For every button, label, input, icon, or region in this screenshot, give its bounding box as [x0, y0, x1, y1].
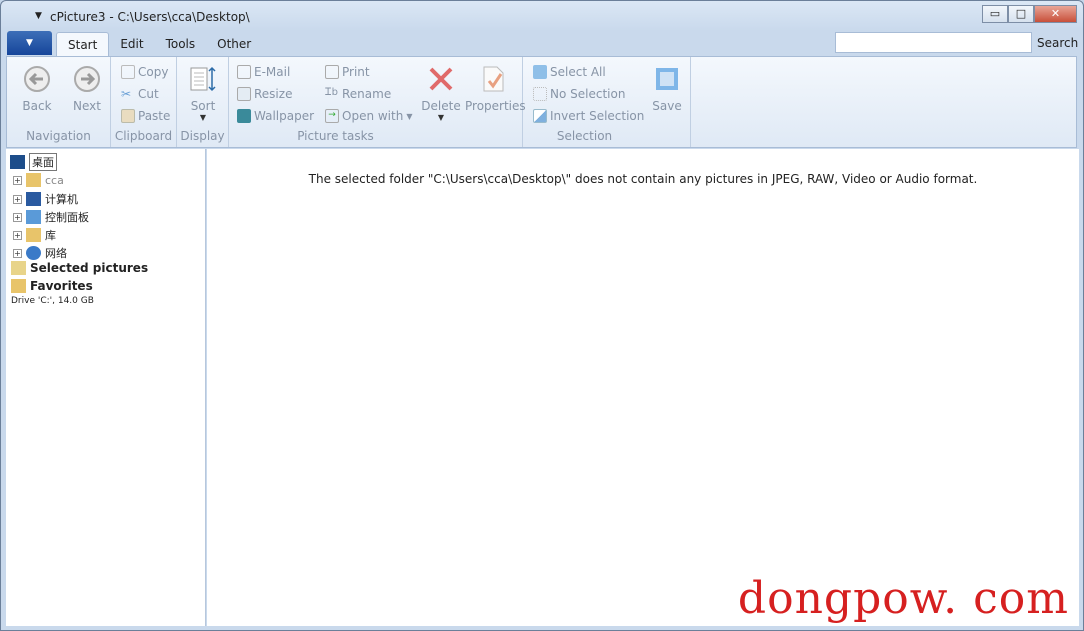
properties-button[interactable]: Properties — [465, 65, 526, 113]
quick-access-menu-icon[interactable]: ▼ — [35, 11, 42, 21]
cut-button[interactable]: ✂ Cut — [121, 87, 159, 101]
group-picture-tasks: E-Mail Resize Wallpaper Print Ꮖb Rename →… — [229, 57, 526, 147]
folder-tree: 桌面 + cca + 计算机 + 控制面板 + 库 + 网络 Selected pictu… — [6, 149, 206, 626]
drive-info: Drive 'C:', 14.0 GB — [11, 296, 94, 306]
wallpaper-icon — [237, 109, 251, 123]
sort-icon — [190, 66, 216, 92]
search-input[interactable] — [835, 32, 1032, 53]
copy-icon — [121, 65, 135, 79]
select-all-button[interactable]: Select All — [533, 65, 606, 79]
picture-view: The selected folder "C:\Users\cca\Deskto… — [207, 149, 1079, 626]
save-button[interactable]: Save — [647, 65, 687, 113]
email-icon — [237, 65, 251, 79]
empty-folder-message: The selected folder "C:\Users\cca\Deskto… — [308, 172, 978, 186]
tree-item-desktop[interactable]: 桌面 — [10, 153, 57, 171]
tree-item[interactable]: + 计算机 — [13, 191, 78, 207]
delete-x-icon — [429, 67, 453, 91]
no-selection-button[interactable]: No Selection — [533, 87, 625, 101]
maximize-button[interactable]: □ — [1008, 5, 1034, 23]
minimize-button[interactable]: ▭ — [982, 5, 1008, 23]
sort-button[interactable]: Sort ▼ — [183, 65, 223, 122]
rename-button[interactable]: Ꮖb Rename — [325, 87, 391, 101]
back-button[interactable]: Back — [17, 65, 57, 113]
tree-item[interactable]: + 网络 — [13, 245, 67, 261]
favorites-star-icon — [11, 279, 26, 293]
group-navigation: Back Next Navigation — [7, 57, 111, 147]
expand-icon[interactable]: + — [13, 194, 22, 204]
folder-icon — [11, 261, 26, 275]
expand-icon[interactable]: + — [13, 212, 22, 222]
tab-edit[interactable]: Edit — [109, 32, 154, 56]
wallpaper-button[interactable]: Wallpaper — [237, 109, 314, 123]
tree-item-selected-pictures[interactable]: Selected pictures — [11, 261, 148, 275]
group-label: Navigation — [26, 129, 91, 143]
paste-icon — [121, 109, 135, 123]
tree-item-favorites[interactable]: Favorites — [11, 279, 93, 293]
rename-icon: Ꮖb — [325, 87, 338, 98]
printer-icon — [325, 65, 339, 79]
scissors-icon: ✂ — [121, 87, 132, 101]
tree-item[interactable]: + cca — [13, 173, 64, 187]
tree-item[interactable]: + 库 — [13, 227, 56, 243]
delete-button[interactable]: Delete ▼ — [421, 65, 461, 122]
resize-button[interactable]: Resize — [237, 87, 292, 101]
open-with-icon: → — [325, 109, 339, 123]
save-icon — [656, 68, 678, 90]
tab-start[interactable]: Start — [56, 32, 110, 56]
group-label: Display — [180, 129, 225, 143]
network-icon — [26, 246, 41, 260]
group-label: Selection — [556, 129, 613, 143]
desktop-icon — [10, 155, 25, 169]
resize-icon — [237, 87, 251, 101]
library-icon — [26, 228, 41, 242]
group-clipboard: Copy ✂ Cut Paste Clipboard — [111, 57, 177, 147]
app-menu-button[interactable]: ▼ — [7, 31, 52, 55]
no-selection-icon — [533, 87, 547, 101]
search-label[interactable]: Search — [1037, 36, 1078, 50]
app-window: ▼ cPicture3 - C:\Users\cca\Desktop\ ▭ □ … — [0, 0, 1084, 631]
paste-button[interactable]: Paste — [121, 109, 170, 123]
tree-item[interactable]: + 控制面板 — [13, 209, 89, 225]
watermark: dongpow. com — [737, 573, 1069, 624]
expand-icon[interactable]: + — [13, 175, 22, 185]
properties-icon — [483, 66, 504, 92]
group-label: Picture tasks — [297, 129, 374, 143]
open-with-button[interactable]: → Open with ▼ — [325, 109, 412, 123]
expand-icon[interactable]: + — [13, 248, 22, 258]
group-selection: Select All No Selection Invert Selection… — [523, 57, 691, 147]
next-arrow-icon — [74, 66, 100, 92]
expand-icon[interactable]: + — [13, 230, 22, 240]
next-button[interactable]: Next — [67, 65, 107, 113]
email-button[interactable]: E-Mail — [237, 65, 290, 79]
ribbon: Back Next Navigation Copy ✂ Cut Paste Cli… — [6, 56, 1077, 148]
control-panel-icon — [26, 210, 41, 224]
print-button[interactable]: Print — [325, 65, 370, 79]
tab-tools[interactable]: Tools — [155, 32, 207, 56]
user-folder-icon — [26, 173, 41, 187]
select-all-icon — [533, 65, 547, 79]
group-label: Clipboard — [114, 129, 173, 143]
invert-selection-button[interactable]: Invert Selection — [533, 109, 644, 123]
tab-other[interactable]: Other — [206, 32, 262, 56]
computer-icon — [26, 192, 41, 206]
window-title: cPicture3 - C:\Users\cca\Desktop\ — [50, 10, 250, 24]
group-display: Sort ▼ Display — [177, 57, 229, 147]
invert-selection-icon — [533, 109, 547, 123]
copy-button[interactable]: Copy — [121, 65, 168, 79]
close-button[interactable]: ✕ — [1034, 5, 1077, 23]
back-arrow-icon — [24, 66, 50, 92]
